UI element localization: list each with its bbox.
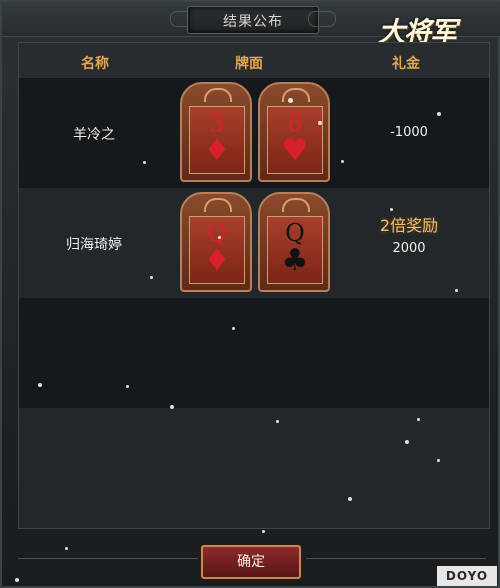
snowflake (348, 497, 352, 501)
snowflake (218, 236, 221, 239)
snowflake (318, 121, 322, 125)
snowflake (288, 98, 293, 103)
snowflake (405, 440, 409, 444)
card-crest-icon (282, 88, 310, 102)
snowflake (232, 327, 235, 330)
snowflake (390, 208, 393, 211)
player-name: 归海琦婷 (66, 237, 122, 253)
snowflake (437, 112, 441, 116)
snowflake (417, 418, 420, 421)
heart-suit-icon: ♥ (281, 133, 309, 168)
club-suit-icon: ♣ (281, 243, 309, 278)
snowflake (262, 530, 265, 533)
snowflake (143, 161, 146, 164)
snowflake (170, 405, 174, 409)
dialog-title: 结果公布 (223, 14, 283, 30)
result-table: 名称 牌面 礼金 羊冷之 3 ♦ 8 ♥ -1000 归海琦婷 Q ♦ Q ♣ … (18, 42, 490, 529)
empty-row (19, 298, 489, 408)
empty-row (19, 408, 489, 528)
title-ornament-right (308, 11, 336, 27)
footer-divider (306, 558, 486, 565)
snowflake (15, 578, 19, 582)
snowflake (437, 459, 440, 462)
diamond-suit-icon: ♦ (203, 133, 231, 168)
player-name: 羊冷之 (73, 127, 115, 143)
watermark-logo: DOYO (437, 566, 497, 586)
bonus-label: 2倍奖励 (379, 216, 439, 235)
gift-amount: -1000 (390, 125, 428, 140)
result-dialog: 结果公布 大将军 名称 牌面 礼金 羊冷之 3 ♦ 8 ♥ -1000 归海琦婷… (0, 0, 500, 588)
table-row: 羊冷之 3 ♦ 8 ♥ -1000 (19, 78, 489, 188)
poker-card: Q ♦ (180, 192, 252, 292)
snowflake (341, 160, 344, 163)
snowflake (126, 385, 129, 388)
poker-card: Q ♣ (258, 192, 330, 292)
card-crest-icon (204, 88, 232, 102)
card-crest-icon (204, 198, 232, 212)
snowflake (455, 289, 458, 292)
header-name: 名称 (81, 56, 109, 72)
table-row: 归海琦婷 Q ♦ Q ♣ 2倍奖励 2000 (19, 188, 489, 298)
header-gift: 礼金 (392, 56, 420, 72)
snowflake (38, 383, 42, 387)
snowflake (65, 547, 68, 550)
footer-divider (18, 558, 198, 565)
table-header: 名称 牌面 礼金 (19, 43, 489, 78)
poker-card: 3 ♦ (180, 82, 252, 182)
snowflake (150, 276, 153, 279)
header-cards: 牌面 (235, 56, 263, 72)
snowflake (276, 420, 279, 423)
diamond-suit-icon: ♦ (203, 243, 231, 278)
title-plaque: 结果公布 (187, 6, 319, 34)
card-crest-icon (282, 198, 310, 212)
poker-card: 8 ♥ (258, 82, 330, 182)
gift-amount: 2000 (392, 241, 426, 256)
confirm-button[interactable]: 确定 (201, 545, 301, 579)
